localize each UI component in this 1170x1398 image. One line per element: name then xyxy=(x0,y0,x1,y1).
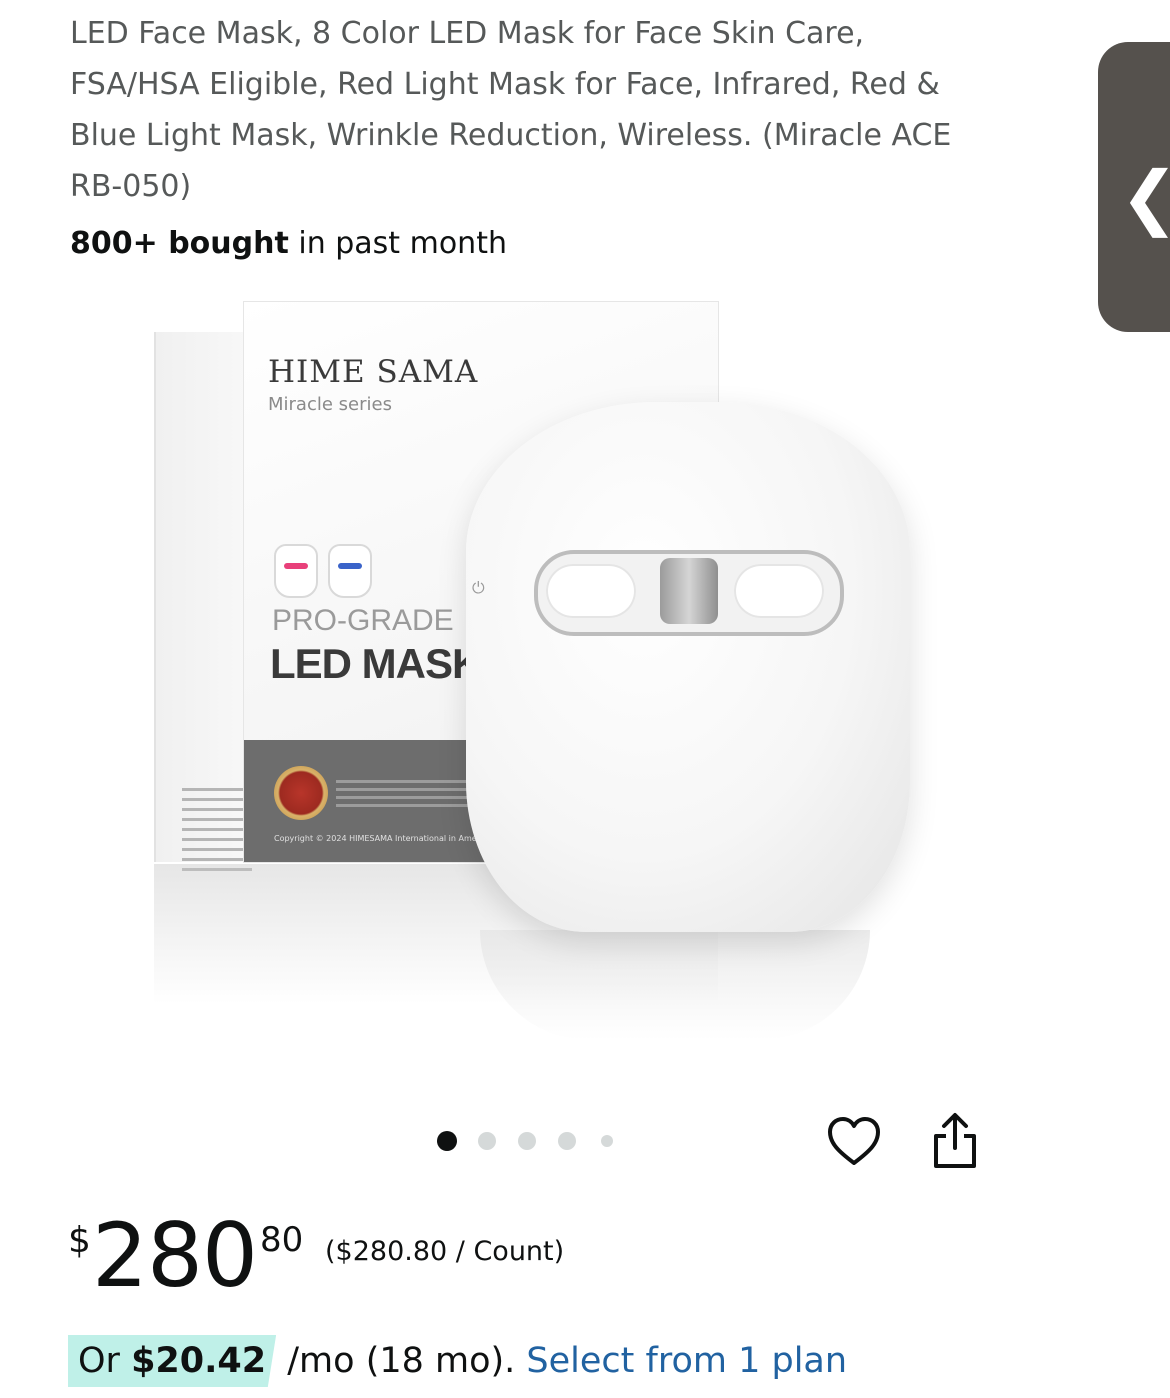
installment-highlight: Or $20.42 xyxy=(68,1335,277,1387)
product-image[interactable]: HIME SAMA Miracle series PRO-GRADE LED M… xyxy=(140,290,920,1050)
certification-seal xyxy=(274,766,328,820)
mask-nose-bridge xyxy=(660,558,718,624)
mini-mask-blue-slot xyxy=(338,563,362,569)
price-fraction: 80 xyxy=(260,1220,304,1260)
heart-icon xyxy=(828,1117,880,1165)
side-panel-tab[interactable]: ❮ xyxy=(1098,42,1170,332)
box-series: Miracle series xyxy=(268,394,392,415)
price-whole: 280 xyxy=(92,1204,258,1307)
price-symbol: $ xyxy=(68,1220,91,1261)
bought-count-rest: in past month xyxy=(288,226,507,261)
mask-reflection xyxy=(480,930,870,1040)
installment-offer: Or $20.42 /mo (18 mo). Select from 1 pla… xyxy=(68,1335,847,1387)
installment-amount: $20.42 xyxy=(131,1341,267,1381)
carousel-dot[interactable] xyxy=(478,1132,496,1150)
share-button[interactable] xyxy=(930,1112,980,1172)
mask-right-eye xyxy=(734,564,824,618)
mask-left-eye xyxy=(546,564,636,618)
mini-mask-illustrations xyxy=(274,544,374,598)
installment-terms: /mo (18 mo). xyxy=(276,1341,527,1381)
box-led-mask: LED MASK xyxy=(270,640,482,687)
select-plan-link[interactable]: Select from 1 plan xyxy=(526,1341,847,1381)
carousel-dot[interactable] xyxy=(437,1131,457,1151)
mini-mask-red xyxy=(274,544,318,598)
mask-eye-opening xyxy=(534,550,844,636)
box-pro-grade: PRO-GRADE xyxy=(272,604,454,637)
box-band-text xyxy=(336,780,476,812)
share-icon xyxy=(934,1113,976,1168)
installment-prefix: Or xyxy=(78,1341,132,1381)
box-brand: HIME SAMA xyxy=(268,354,479,390)
box-side-panel xyxy=(154,332,252,871)
carousel-dot[interactable] xyxy=(601,1135,613,1147)
product-page: LED Face Mask, 8 Color LED Mask for Face… xyxy=(0,0,1170,1398)
power-icon: ⏻ xyxy=(472,578,485,597)
led-mask-device: ⏻ xyxy=(466,402,910,932)
mini-mask-blue xyxy=(328,544,372,598)
mini-mask-red-slot xyxy=(284,563,308,569)
carousel-dot[interactable] xyxy=(558,1132,576,1150)
product-title[interactable]: LED Face Mask, 8 Color LED Mask for Face… xyxy=(70,8,970,212)
unit-price: ($280.80 / Count) xyxy=(325,1236,565,1267)
carousel-dot[interactable] xyxy=(518,1132,536,1150)
chevron-left-icon: ❮ xyxy=(1120,162,1170,232)
bought-count-bold: 800+ bought xyxy=(70,226,289,261)
bought-count: 800+ bought in past month xyxy=(70,222,507,266)
wishlist-button[interactable] xyxy=(826,1114,882,1170)
